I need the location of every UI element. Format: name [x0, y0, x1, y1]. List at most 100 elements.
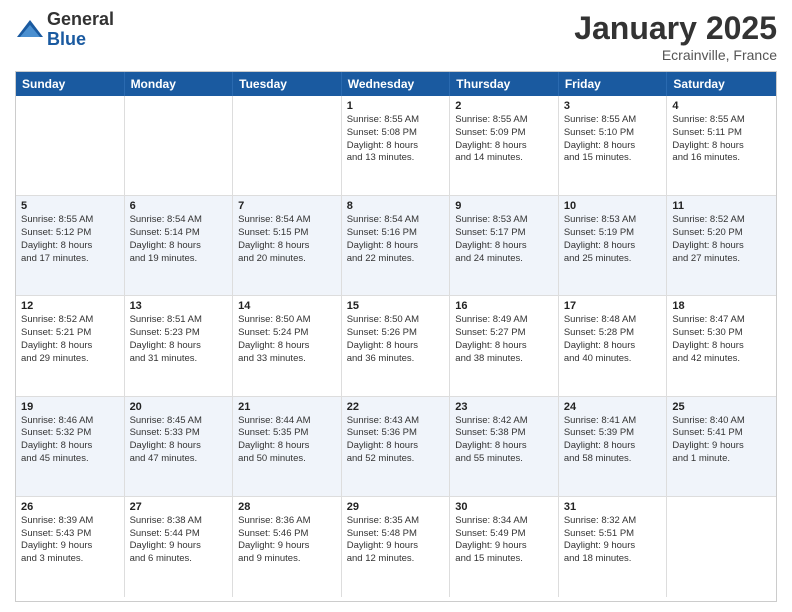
- day-number: 14: [238, 300, 336, 312]
- day-12: 12 Sunrise: 8:52 AM Sunset: 5:21 PM Dayli…: [16, 296, 125, 396]
- day-number: 16: [455, 300, 553, 312]
- day-info: Sunrise: 8:55 AM Sunset: 5:12 PM Dayligh…: [21, 214, 119, 265]
- empty-cell: [233, 96, 342, 196]
- day-6: 6 Sunrise: 8:54 AM Sunset: 5:14 PM Daylig…: [125, 196, 234, 296]
- day-info: Sunrise: 8:52 AM Sunset: 5:21 PM Dayligh…: [21, 314, 119, 365]
- day-28: 28Sunrise: 8:36 AM Sunset: 5:46 PM Dayli…: [233, 497, 342, 597]
- day-21: 21 Sunrise: 8:44 AM Sunset: 5:35 PM Dayli…: [233, 397, 342, 497]
- day-info: Sunrise: 8:50 AM Sunset: 5:24 PM Dayligh…: [238, 314, 336, 365]
- day-info: Sunrise: 8:50 AM Sunset: 5:26 PM Dayligh…: [347, 314, 445, 365]
- day-17: 17 Sunrise: 8:48 AM Sunset: 5:28 PM Dayli…: [559, 296, 668, 396]
- day-8: 8 Sunrise: 8:54 AM Sunset: 5:16 PM Daylig…: [342, 196, 451, 296]
- day-number: 24: [564, 401, 662, 413]
- day-number: 29: [347, 501, 445, 513]
- calendar: SundayMondayTuesdayWednesdayThursdayFrid…: [15, 71, 777, 602]
- day-3: 3 Sunrise: 8:55 AM Sunset: 5:10 PM Daylig…: [559, 96, 668, 196]
- day-info: Sunrise: 8:48 AM Sunset: 5:28 PM Dayligh…: [564, 314, 662, 365]
- day-info: Sunrise: 8:54 AM Sunset: 5:14 PM Dayligh…: [130, 214, 228, 265]
- day-number: 12: [21, 300, 119, 312]
- location: Ecrainville, France: [574, 47, 777, 63]
- day-number: 6: [130, 200, 228, 212]
- day-1: 1 Sunrise: 8:55 AM Sunset: 5:08 PM Daylig…: [342, 96, 451, 196]
- day-info: Sunrise: 8:55 AM Sunset: 5:10 PM Dayligh…: [564, 114, 662, 165]
- day-23: 23 Sunrise: 8:42 AM Sunset: 5:38 PM Dayli…: [450, 397, 559, 497]
- header: General Blue January 2025 Ecrainville, F…: [15, 10, 777, 63]
- day-16: 16 Sunrise: 8:49 AM Sunset: 5:27 PM Dayli…: [450, 296, 559, 396]
- day-14: 14 Sunrise: 8:50 AM Sunset: 5:24 PM Dayli…: [233, 296, 342, 396]
- day-info: Sunrise: 8:55 AM Sunset: 5:11 PM Dayligh…: [672, 114, 771, 165]
- day-info: Sunrise: 8:53 AM Sunset: 5:17 PM Dayligh…: [455, 214, 553, 265]
- day-info: Sunrise: 8:35 AM Sunset: 5:48 PM Dayligh…: [347, 515, 445, 566]
- header-day-monday: Monday: [125, 72, 234, 96]
- day-number: 19: [21, 401, 119, 413]
- logo: General Blue: [15, 10, 114, 50]
- day-number: 30: [455, 501, 553, 513]
- day-info: Sunrise: 8:51 AM Sunset: 5:23 PM Dayligh…: [130, 314, 228, 365]
- header-day-tuesday: Tuesday: [233, 72, 342, 96]
- day-number: 31: [564, 501, 662, 513]
- day-7: 7Sunrise: 8:54 AM Sunset: 5:15 PM Daylig…: [233, 196, 342, 296]
- day-2: 2Sunrise: 8:55 AM Sunset: 5:09 PM Daylig…: [450, 96, 559, 196]
- day-22: 22 Sunrise: 8:43 AM Sunset: 5:36 PM Dayli…: [342, 397, 451, 497]
- day-number: 10: [564, 200, 662, 212]
- day-info: Sunrise: 8:39 AM Sunset: 5:43 PM Dayligh…: [21, 515, 119, 566]
- day-info: Sunrise: 8:54 AM Sunset: 5:16 PM Dayligh…: [347, 214, 445, 265]
- calendar-body: 1 Sunrise: 8:55 AM Sunset: 5:08 PM Daylig…: [16, 96, 776, 597]
- logo-text: General Blue: [47, 10, 114, 50]
- day-10: 10 Sunrise: 8:53 AM Sunset: 5:19 PM Dayli…: [559, 196, 668, 296]
- logo-blue: Blue: [47, 30, 114, 50]
- day-info: Sunrise: 8:45 AM Sunset: 5:33 PM Dayligh…: [130, 415, 228, 466]
- day-number: 3: [564, 100, 662, 112]
- day-30: 30 Sunrise: 8:34 AM Sunset: 5:49 PM Dayli…: [450, 497, 559, 597]
- empty-cell: [125, 96, 234, 196]
- calendar-header: SundayMondayTuesdayWednesdayThursdayFrid…: [16, 72, 776, 96]
- day-number: 23: [455, 401, 553, 413]
- day-info: Sunrise: 8:46 AM Sunset: 5:32 PM Dayligh…: [21, 415, 119, 466]
- day-number: 22: [347, 401, 445, 413]
- month-title: January 2025: [574, 10, 777, 47]
- day-info: Sunrise: 8:44 AM Sunset: 5:35 PM Dayligh…: [238, 415, 336, 466]
- day-27: 27Sunrise: 8:38 AM Sunset: 5:44 PM Dayli…: [125, 497, 234, 597]
- day-info: Sunrise: 8:49 AM Sunset: 5:27 PM Dayligh…: [455, 314, 553, 365]
- empty-cell: [667, 497, 776, 597]
- day-26: 26Sunrise: 8:39 AM Sunset: 5:43 PM Dayli…: [16, 497, 125, 597]
- day-number: 5: [21, 200, 119, 212]
- day-info: Sunrise: 8:34 AM Sunset: 5:49 PM Dayligh…: [455, 515, 553, 566]
- header-day-saturday: Saturday: [667, 72, 776, 96]
- day-number: 17: [564, 300, 662, 312]
- day-number: 20: [130, 401, 228, 413]
- day-info: Sunrise: 8:53 AM Sunset: 5:19 PM Dayligh…: [564, 214, 662, 265]
- page: General Blue January 2025 Ecrainville, F…: [0, 0, 792, 612]
- header-day-thursday: Thursday: [450, 72, 559, 96]
- day-info: Sunrise: 8:41 AM Sunset: 5:39 PM Dayligh…: [564, 415, 662, 466]
- day-number: 21: [238, 401, 336, 413]
- day-number: 9: [455, 200, 553, 212]
- day-number: 28: [238, 501, 336, 513]
- day-number: 13: [130, 300, 228, 312]
- day-5: 5 Sunrise: 8:55 AM Sunset: 5:12 PM Daylig…: [16, 196, 125, 296]
- day-info: Sunrise: 8:43 AM Sunset: 5:36 PM Dayligh…: [347, 415, 445, 466]
- day-number: 8: [347, 200, 445, 212]
- header-day-sunday: Sunday: [16, 72, 125, 96]
- day-18: 18Sunrise: 8:47 AM Sunset: 5:30 PM Dayli…: [667, 296, 776, 396]
- day-info: Sunrise: 8:47 AM Sunset: 5:30 PM Dayligh…: [672, 314, 771, 365]
- day-number: 11: [672, 200, 771, 212]
- day-31: 31 Sunrise: 8:32 AM Sunset: 5:51 PM Dayli…: [559, 497, 668, 597]
- day-number: 4: [672, 100, 771, 112]
- day-info: Sunrise: 8:42 AM Sunset: 5:38 PM Dayligh…: [455, 415, 553, 466]
- day-11: 11 Sunrise: 8:52 AM Sunset: 5:20 PM Dayli…: [667, 196, 776, 296]
- day-9: 9 Sunrise: 8:53 AM Sunset: 5:17 PM Daylig…: [450, 196, 559, 296]
- day-20: 20 Sunrise: 8:45 AM Sunset: 5:33 PM Dayli…: [125, 397, 234, 497]
- day-number: 1: [347, 100, 445, 112]
- day-4: 4 Sunrise: 8:55 AM Sunset: 5:11 PM Daylig…: [667, 96, 776, 196]
- day-info: Sunrise: 8:40 AM Sunset: 5:41 PM Dayligh…: [672, 415, 771, 466]
- day-info: Sunrise: 8:52 AM Sunset: 5:20 PM Dayligh…: [672, 214, 771, 265]
- day-info: Sunrise: 8:55 AM Sunset: 5:08 PM Dayligh…: [347, 114, 445, 165]
- day-19: 19 Sunrise: 8:46 AM Sunset: 5:32 PM Dayli…: [16, 397, 125, 497]
- day-info: Sunrise: 8:32 AM Sunset: 5:51 PM Dayligh…: [564, 515, 662, 566]
- day-number: 27: [130, 501, 228, 513]
- day-13: 13 Sunrise: 8:51 AM Sunset: 5:23 PM Dayli…: [125, 296, 234, 396]
- logo-icon: [15, 15, 45, 45]
- day-number: 15: [347, 300, 445, 312]
- day-15: 15 Sunrise: 8:50 AM Sunset: 5:26 PM Dayli…: [342, 296, 451, 396]
